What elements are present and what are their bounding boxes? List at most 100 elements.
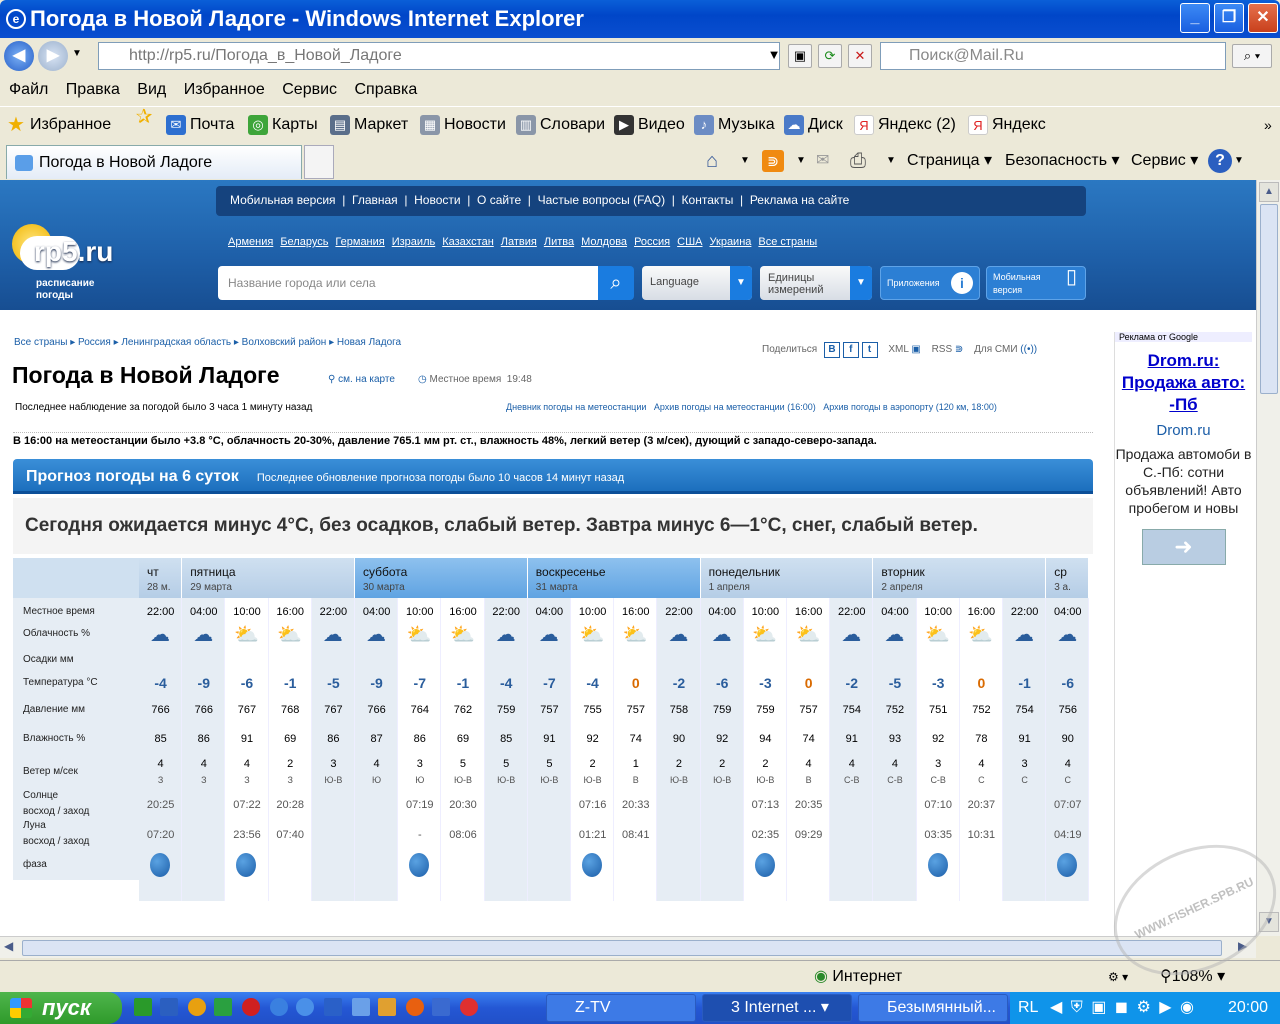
facebook-icon[interactable]: f — [842, 342, 859, 358]
rss-dropdown-icon[interactable]: ▼ — [796, 146, 806, 176]
home-dropdown-icon[interactable]: ▼ — [740, 146, 750, 176]
quicklaunch-icon[interactable] — [134, 998, 152, 1016]
quicklaunch-icon[interactable] — [352, 998, 370, 1016]
chevron-more-icon[interactable]: » — [1264, 107, 1272, 143]
read-mail-icon[interactable]: ✉ — [816, 146, 829, 176]
quicklaunch-icon[interactable] — [432, 998, 450, 1016]
fav-maps[interactable]: ◎ Карты — [248, 107, 318, 143]
archive-links[interactable]: Дневник погоды на метеостанции Архив пог… — [506, 402, 997, 412]
search-icon[interactable]: ⌕ ▾ — [1232, 44, 1272, 68]
ad-domain[interactable]: Drom.ru — [1115, 422, 1252, 439]
safety-menu[interactable]: Безопасность ▾ — [1005, 146, 1120, 176]
print-icon[interactable]: ⎙ — [850, 146, 866, 176]
country-link[interactable]: Казахстан — [442, 236, 494, 248]
tools-menu[interactable]: Сервис ▾ — [1131, 146, 1198, 176]
quicklaunch-icon[interactable] — [324, 998, 342, 1016]
scroll-up-icon[interactable]: ▲ — [1259, 182, 1279, 202]
task-ztv[interactable]: Z-TV — [546, 994, 696, 1022]
forward-button[interactable]: ▶ — [38, 41, 68, 71]
ad-arrow-button[interactable]: ➜ — [1141, 529, 1226, 565]
mobile-version-button[interactable]: Мобильная версия ▯ — [986, 266, 1086, 300]
history-dropdown-icon[interactable]: ▼ — [72, 48, 82, 59]
menu-file[interactable]: Файл — [9, 81, 48, 98]
country-link[interactable]: Литва — [544, 236, 574, 248]
twitter-icon[interactable]: t — [861, 342, 878, 358]
fav-music[interactable]: ♪ Музыка — [694, 107, 775, 143]
country-link[interactable]: Все страны — [758, 236, 817, 248]
help-icon[interactable]: ? — [1208, 149, 1232, 173]
firefox-icon[interactable] — [406, 998, 424, 1016]
scroll-left-icon[interactable]: ◀ — [4, 939, 13, 953]
search-input[interactable]: Поиск@Mail.Ru — [880, 42, 1226, 70]
tray-icons[interactable]: ◀ ⛨ ▣ ◼ ⚙ ▶ ◉ — [1050, 992, 1196, 1024]
fav-market[interactable]: ▤ Маркет — [330, 107, 408, 143]
add-favorite-button[interactable]: ✰ — [134, 107, 154, 127]
language-indicator[interactable]: RL — [1018, 992, 1038, 1024]
chrome-icon[interactable] — [188, 998, 206, 1016]
back-button[interactable]: ◀ — [4, 41, 34, 71]
quicklaunch-icon[interactable] — [378, 998, 396, 1016]
country-link[interactable]: Молдова — [581, 236, 627, 248]
country-link[interactable]: Беларусь — [280, 236, 328, 248]
start-button[interactable]: пуск — [0, 992, 122, 1024]
fav-mail[interactable]: ✉ Почта — [166, 107, 234, 143]
new-tab-button[interactable] — [304, 145, 334, 179]
units-select[interactable]: Единицы измерений ▼ — [760, 266, 872, 300]
fav-disk[interactable]: ☁ Диск — [784, 107, 843, 143]
tab-active[interactable]: Погода в Новой Ладоге — [6, 145, 302, 179]
site-top-nav[interactable]: Мобильная версия | Главная | Новости | О… — [216, 186, 1086, 216]
stop-icon[interactable]: ✕ — [848, 44, 872, 68]
print-dropdown-icon[interactable]: ▼ — [886, 146, 896, 176]
quicklaunch-icon[interactable] — [270, 998, 288, 1016]
ad-title[interactable]: Drom.ru: Продажа авто: -Пб — [1115, 350, 1252, 416]
city-search-button[interactable]: ⌕ — [598, 266, 634, 300]
country-link[interactable]: Германия — [335, 236, 384, 248]
task-paint[interactable]: Безымянный... — [858, 994, 1008, 1022]
quicklaunch-icon[interactable] — [160, 998, 178, 1016]
breadcrumb[interactable]: Все страны ▸ Россия ▸ Ленинградская обла… — [14, 337, 401, 348]
map-link[interactable]: ⚲ см. на карте — [328, 374, 395, 385]
minimize-button[interactable]: _ — [1180, 3, 1210, 33]
address-dropdown-icon[interactable]: ▼ — [762, 44, 786, 68]
home-icon[interactable]: ⌂ — [706, 146, 718, 176]
menu-edit[interactable]: Правка — [66, 81, 120, 98]
horizontal-scrollbar[interactable]: ◀ ▶ — [0, 936, 1256, 958]
vk-icon[interactable]: B — [824, 342, 841, 358]
close-button[interactable]: ✕ — [1248, 3, 1278, 33]
scroll-down-icon[interactable]: ▼ — [1259, 912, 1279, 932]
country-link[interactable]: Армения — [228, 236, 273, 248]
help-dropdown-icon[interactable]: ▼ — [1234, 146, 1244, 176]
ie-quicklaunch-icon[interactable] — [296, 998, 314, 1016]
country-link[interactable]: Россия — [634, 236, 670, 248]
hscroll-thumb[interactable] — [22, 940, 1222, 956]
rss-feed-icon[interactable]: ⋑ — [762, 150, 784, 172]
menu-help[interactable]: Справка — [355, 81, 418, 98]
compat-view-icon[interactable]: ▣ — [788, 44, 812, 68]
fav-dictionaries[interactable]: ▥ Словари — [516, 107, 605, 143]
page-menu[interactable]: Страница ▾ — [907, 146, 992, 176]
favorites-button[interactable]: ★ Избранное — [6, 107, 111, 143]
maximize-button[interactable]: ❐ — [1214, 3, 1244, 33]
country-link[interactable]: Латвия — [501, 236, 537, 248]
menu-favorites[interactable]: Избранное — [184, 81, 265, 98]
scroll-thumb[interactable] — [1260, 204, 1278, 394]
fav-yandex[interactable]: Я Яндекс — [968, 107, 1046, 143]
refresh-icon[interactable]: ⟳ — [818, 44, 842, 68]
yandex-browser-icon[interactable] — [460, 998, 478, 1016]
scroll-right-icon[interactable]: ▶ — [1238, 939, 1247, 953]
apps-button[interactable]: Приложения i — [880, 266, 980, 300]
vertical-scrollbar[interactable]: ▲ ▼ — [1256, 180, 1280, 936]
country-link[interactable]: США — [677, 236, 702, 248]
menu-tools[interactable]: Сервис — [282, 81, 337, 98]
menu-view[interactable]: Вид — [137, 81, 166, 98]
task-internet-explorer[interactable]: 3 Internet ... ▾ — [702, 994, 852, 1022]
protected-mode-icon[interactable]: ⚙ ▾ — [1108, 961, 1128, 993]
country-link[interactable]: Украина — [710, 236, 752, 248]
quicklaunch-icon[interactable] — [214, 998, 232, 1016]
fav-yandex-2[interactable]: Я Яндекс (2) — [854, 107, 956, 143]
site-logo[interactable]: rp5.ru расписание погоды — [12, 222, 192, 306]
address-input[interactable]: http://rp5.ru/Погода_в_Новой_Ладоге — [98, 42, 780, 70]
fav-news[interactable]: ▦ Новости — [420, 107, 506, 143]
opera-icon[interactable] — [242, 998, 260, 1016]
city-search-input[interactable]: Название города или села — [218, 266, 598, 300]
